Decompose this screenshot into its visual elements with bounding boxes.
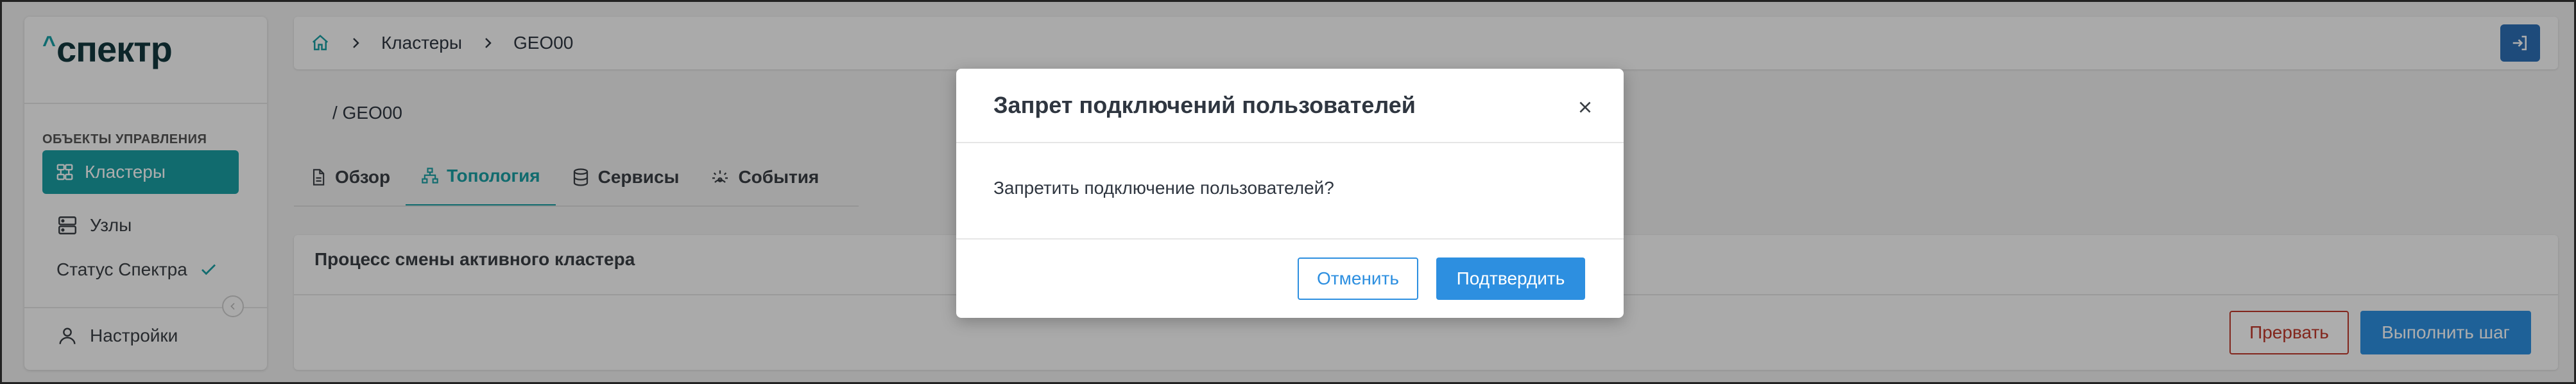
- dialog-divider: [956, 238, 1624, 240]
- confirm-button[interactable]: Подтвердить: [1436, 257, 1585, 300]
- dialog-divider: [956, 142, 1624, 143]
- confirm-dialog: Запрет подключений пользователей Запрети…: [956, 69, 1624, 318]
- dialog-title: Запрет подключений пользователей: [993, 92, 1416, 118]
- close-icon: [1577, 99, 1593, 116]
- cancel-button[interactable]: Отменить: [1298, 257, 1418, 300]
- close-button[interactable]: [1574, 96, 1597, 119]
- dialog-message: Запретить подключение пользователей?: [993, 178, 1334, 198]
